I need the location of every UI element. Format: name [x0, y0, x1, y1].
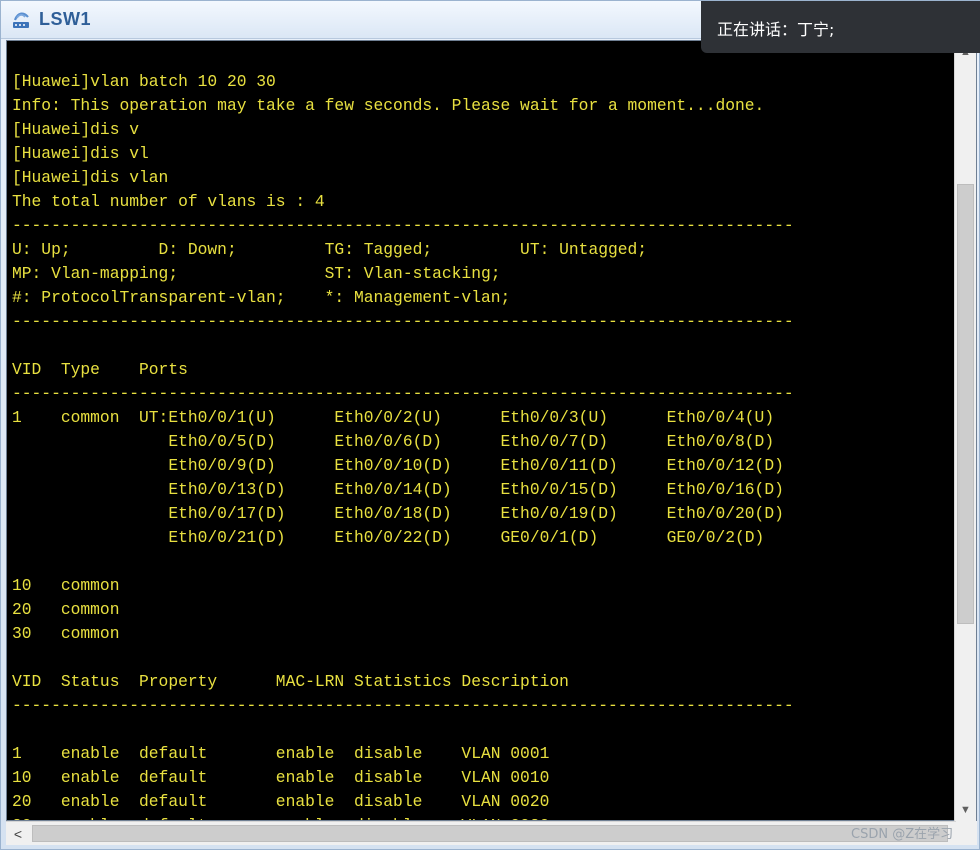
horizontal-scroll-thumb[interactable] [32, 825, 948, 842]
terminal-line: 20 enable default enable disable VLAN 00… [12, 792, 550, 811]
terminal-line: Eth0/0/13(D) Eth0/0/14(D) Eth0/0/15(D) E… [12, 480, 784, 499]
vertical-scroll-thumb[interactable] [957, 184, 974, 624]
vertical-scrollbar[interactable]: ▲ ▼ [954, 41, 976, 821]
terminal-line: Eth0/0/9(D) Eth0/0/10(D) Eth0/0/11(D) Et… [12, 456, 784, 475]
terminal-line: Eth0/0/21(D) Eth0/0/22(D) GE0/0/1(D) GE0… [12, 528, 765, 547]
terminal-line: VID Status Property MAC-LRN Statistics D… [12, 672, 569, 691]
terminal-line: 30 enable default enable disable VLAN 00… [12, 814, 957, 820]
terminal-line: [Huawei]dis v [12, 120, 140, 139]
terminal-output[interactable]: [Huawei]vlan batch 10 20 30 Info: This op… [12, 41, 957, 820]
terminal-area[interactable]: [Huawei]vlan batch 10 20 30 Info: This op… [6, 40, 977, 821]
terminal-line: Eth0/0/17(D) Eth0/0/18(D) Eth0/0/19(D) E… [12, 504, 784, 523]
terminal-line: Info: This operation may take a few seco… [12, 96, 765, 115]
terminal-line: 10 enable default enable disable VLAN 00… [12, 768, 550, 787]
terminal-line: 1 enable default enable disable VLAN 000… [12, 744, 550, 763]
terminal-line: U: Up; D: Down; TG: Tagged; UT: Untagged… [12, 240, 648, 259]
terminal-line: [Huawei]vlan batch 10 20 30 [12, 72, 276, 91]
terminal-line: The total number of vlans is : 4 [12, 192, 325, 211]
terminal-line: Eth0/0/5(D) Eth0/0/6(D) Eth0/0/7(D) Eth0… [12, 432, 775, 451]
terminal-line: ----------------------------------------… [12, 384, 794, 403]
terminal-line: [Huawei]dis vlan [12, 168, 169, 187]
watermark: CSDN @Z在学习 [851, 827, 954, 842]
terminal-line: 20 common [12, 600, 120, 619]
speaker-text: 正在讲话：丁宁; [717, 20, 835, 39]
terminal-line: ----------------------------------------… [12, 216, 794, 235]
terminal-line: 10 common [12, 576, 120, 595]
window-title: LSW1 [39, 9, 92, 29]
terminal-line: MP: Vlan-mapping; ST: Vlan-stacking; [12, 264, 501, 283]
terminal-line: ----------------------------------------… [12, 312, 794, 331]
terminal-line: VID Type Ports [12, 360, 188, 379]
scrollbar-corner [956, 821, 977, 845]
terminal-line: 1 common UT:Eth0/0/1(U) Eth0/0/2(U) Eth0… [12, 408, 775, 427]
speaker-notification: 正在讲话：丁宁; [701, 1, 980, 53]
terminal-line: ----------------------------------------… [12, 696, 794, 715]
scroll-down-icon[interactable]: ▼ [955, 799, 976, 821]
terminal-line: [Huawei]dis vl [12, 144, 149, 163]
horizontal-scrollbar[interactable]: < [6, 821, 956, 845]
terminal-line: 30 common [12, 624, 120, 643]
terminal-line: #: ProtocolTransparent-vlan; *: Manageme… [12, 288, 511, 307]
scroll-left-icon[interactable]: < [6, 822, 30, 846]
switch-app-icon [13, 12, 29, 28]
terminal-window: LSW1 正在讲话：丁宁; [Huawei]vlan batch 10 20 3… [0, 0, 980, 850]
